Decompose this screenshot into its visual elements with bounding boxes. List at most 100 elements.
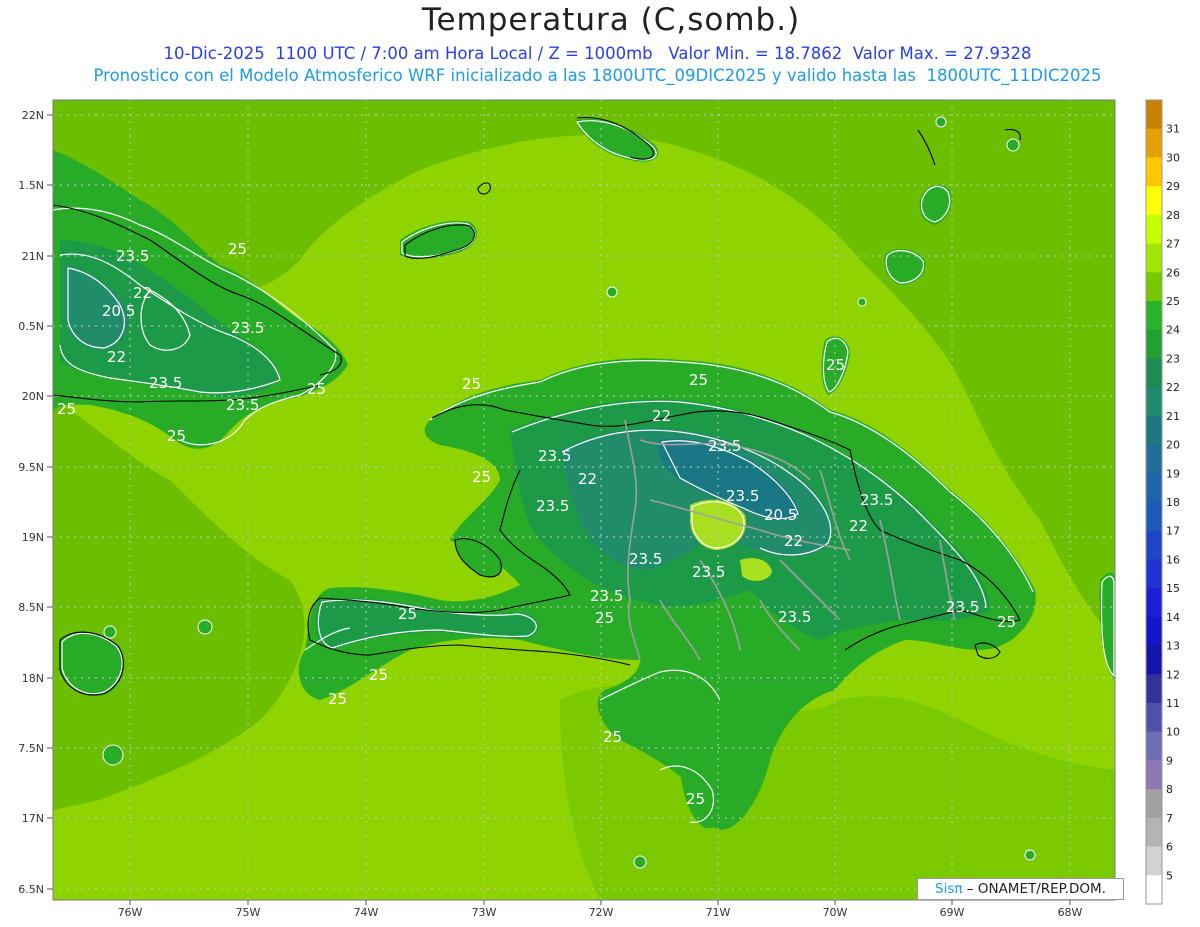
- colorbar-swatch: [1146, 846, 1162, 876]
- contour-label: 23.5: [231, 319, 264, 337]
- colorbar-label: 23: [1166, 352, 1180, 365]
- colorbar-swatch: [1146, 128, 1162, 158]
- contour-label: 22: [652, 407, 671, 425]
- colorbar-label: 11: [1166, 697, 1180, 710]
- colorbar-swatch: [1146, 473, 1162, 503]
- colorbar-label: 19: [1166, 467, 1180, 480]
- colorbar-swatch: [1146, 616, 1162, 647]
- colorbar-swatch: [1146, 559, 1162, 589]
- credit-text: – ONAMET/REP.DOM.: [966, 881, 1106, 897]
- contour-label: 23.5: [116, 247, 149, 265]
- lat-label: 17N: [22, 812, 44, 825]
- colorbar-swatch: [1146, 588, 1162, 618]
- colorbar-swatch: [1146, 157, 1162, 187]
- colorbar-label: 15: [1166, 582, 1180, 595]
- contour-label: 20.5: [102, 302, 135, 320]
- colorbar-label: 28: [1166, 209, 1180, 222]
- lon-label: 70W: [823, 906, 848, 919]
- contour-label: 25: [167, 427, 186, 445]
- colorbar-label: 17: [1166, 525, 1180, 538]
- colorbar-swatch: [1146, 703, 1162, 733]
- colorbar-label: 10: [1166, 726, 1180, 739]
- colorbar-label: 12: [1166, 668, 1180, 681]
- contour-label: 23.5: [226, 396, 259, 414]
- colorbar-swatch: [1146, 358, 1162, 388]
- colorbar-label: 6: [1166, 841, 1173, 854]
- map-field: [53, 100, 1115, 900]
- contour-label: 23.5: [536, 497, 569, 515]
- lat-label: 21N: [22, 250, 44, 263]
- contour-label: 25: [826, 356, 845, 374]
- contour-label: 25: [328, 690, 347, 708]
- colorbar-label: 30: [1166, 151, 1180, 164]
- colorbar-label: 21: [1166, 410, 1180, 423]
- colorbar-label: 14: [1166, 611, 1180, 624]
- colorbar-label: 31: [1166, 123, 1180, 136]
- lat-label: 8.5N: [18, 601, 44, 614]
- longitude-axis: 76W 75W 74W 73W 72W 71W 70W 69W 68W: [118, 906, 1083, 919]
- contour-label: 25: [997, 613, 1016, 631]
- lon-label: 75W: [236, 906, 261, 919]
- contour-label: 22: [849, 517, 868, 535]
- contour-label: 25: [603, 728, 622, 746]
- lat-label: 7.5N: [18, 742, 44, 755]
- contour-label: 23.5: [860, 491, 893, 509]
- colorbar-label: 5: [1166, 869, 1173, 882]
- lon-label: 74W: [354, 906, 379, 919]
- colorbar-swatch: [1146, 645, 1162, 675]
- lat-label: 18N: [22, 672, 44, 685]
- contour-label: 25: [689, 371, 708, 389]
- colorbar-swatch: [1146, 731, 1162, 761]
- contour-label: 25: [369, 666, 388, 684]
- longitude-ticks: [129, 900, 1071, 905]
- temperature-map: 25 23.5 22 20.5 23.5 22 23.5 25 23.5 25 …: [18, 99, 1180, 919]
- contour-label: 23.5: [692, 563, 725, 581]
- lat-label: 19N: [22, 531, 44, 544]
- colorbar-swatch: [1146, 875, 1162, 905]
- colorbar-swatch: [1146, 272, 1162, 302]
- colorbar-swatch: [1146, 415, 1162, 446]
- colorbar-label: 26: [1166, 266, 1180, 279]
- contour-label: 23.5: [149, 374, 182, 392]
- lat-label: 20N: [22, 390, 44, 403]
- colorbar-swatch: [1146, 674, 1162, 704]
- colorbar-label: 22: [1166, 381, 1180, 394]
- colorbar-label: 7: [1166, 812, 1173, 825]
- colorbar-label: 18: [1166, 496, 1180, 509]
- colorbar-swatch: [1146, 760, 1162, 790]
- colorbar-swatch: [1146, 530, 1162, 560]
- colorbar-label: 24: [1166, 324, 1180, 337]
- contour-label: 22: [784, 532, 803, 550]
- lon-label: 69W: [940, 906, 965, 919]
- latitude-axis: 22N 1.5N 21N 0.5N 20N 9.5N 19N 8.5N 18N …: [18, 109, 44, 896]
- contour-label: 25: [228, 240, 247, 258]
- colorbar-label: 27: [1166, 238, 1180, 251]
- contour-label: 22: [578, 470, 597, 488]
- contour-label: 23.5: [590, 587, 623, 605]
- contour-label: 23.5: [726, 487, 759, 505]
- lat-label: 0.5N: [18, 320, 44, 333]
- colorbar-swatch: [1146, 214, 1162, 245]
- colorbar-label: 9: [1166, 754, 1173, 767]
- colorbar-swatch: [1146, 186, 1162, 216]
- temperature-colorbar: 31 30 29 28 27 26 25 24 23 22 21 20 19 18 17 16 15 14 13 12…: [1145, 99, 1180, 905]
- lat-label: 22N: [22, 109, 44, 122]
- contour-label: 23.5: [538, 447, 571, 465]
- colorbar-label: 8: [1166, 783, 1173, 796]
- lon-label: 72W: [589, 906, 614, 919]
- lon-label: 68W: [1058, 906, 1083, 919]
- colorbar-label: 25: [1166, 295, 1180, 308]
- colorbar-label: 29: [1166, 180, 1180, 193]
- lat-label: 9.5N: [18, 461, 44, 474]
- contour-label: 25: [57, 400, 76, 418]
- contour-label: 23.5: [708, 437, 741, 455]
- colorbar-swatch: [1146, 502, 1162, 532]
- credit-brand: Sisπ: [935, 881, 963, 897]
- colorbar-swatch: [1146, 301, 1162, 331]
- contour-label: 23.5: [778, 608, 811, 626]
- lon-label: 71W: [706, 906, 731, 919]
- contour-label: 23.5: [946, 598, 979, 616]
- latitude-ticks: [47, 114, 53, 890]
- colorbar-swatch: [1146, 789, 1162, 819]
- lat-label: 1.5N: [18, 179, 44, 192]
